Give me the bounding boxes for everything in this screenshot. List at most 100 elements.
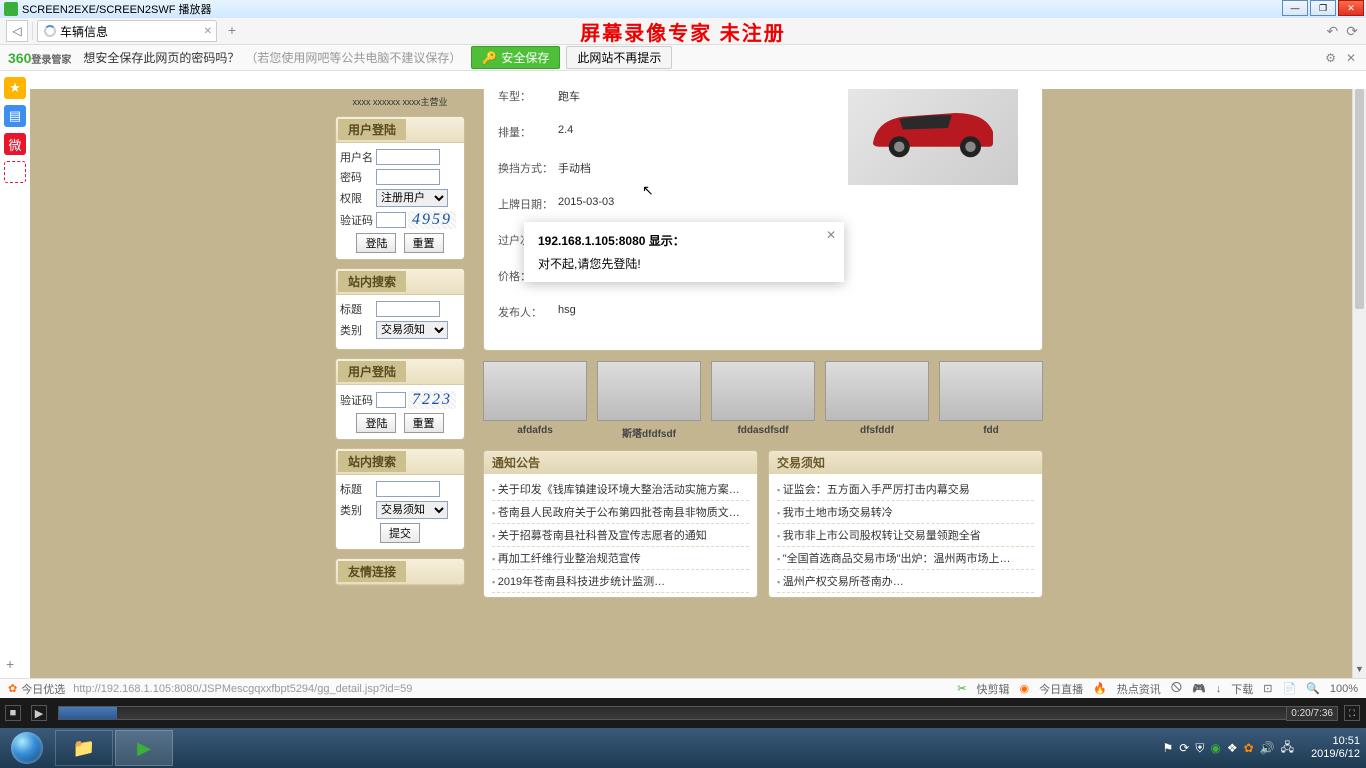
note-icon[interactable]: 📄 (1282, 682, 1296, 695)
quickedit-icon[interactable]: ✂ (957, 682, 966, 695)
add-sidebar-button[interactable]: + (6, 656, 14, 672)
favorites-icon[interactable]: ★ (4, 77, 26, 99)
reset-button[interactable]: 重置 (404, 233, 444, 253)
zoom-label[interactable]: 100% (1330, 683, 1358, 695)
clock-time: 10:51 (1300, 735, 1360, 748)
topic-input[interactable] (376, 301, 440, 317)
fullscreen-button[interactable]: ⛶ (1344, 705, 1360, 721)
close-bar-icon[interactable]: ✕ (1346, 51, 1356, 65)
scroll-down-icon[interactable]: ▼ (1353, 664, 1366, 678)
thumbnail-item[interactable]: fddasdfsdf (711, 361, 815, 440)
download-icon[interactable]: ↓ (1216, 683, 1222, 695)
thumbnail-item[interactable]: afdafds (483, 361, 587, 440)
window-title: SCREEN2EXE/SCREEN2SWF 播放器 (22, 1, 211, 17)
vertical-scrollbar[interactable]: ▲ ▼ (1352, 89, 1366, 678)
tray-volume-icon[interactable]: 🔊 (1260, 741, 1275, 755)
stop-button[interactable]: ■ (5, 705, 21, 721)
thumbnail-item[interactable]: 斯塔dfdfsdf (597, 361, 701, 440)
thumbnail-caption: 斯塔dfdfsdf (597, 425, 701, 440)
tray-net-icon[interactable]: 🖧 (1281, 738, 1294, 759)
seek-track[interactable] (58, 706, 1338, 720)
windows-orb-icon (11, 732, 43, 764)
tray-misc-icon[interactable]: ❖ (1227, 741, 1238, 755)
minimize-button[interactable]: — (1282, 0, 1308, 16)
hotnews-icon[interactable]: 🔥 (1093, 682, 1107, 695)
game-icon[interactable]: 🎮 (1192, 682, 1206, 695)
news-item[interactable]: 关于印发《钱库镇建设环境大整治活动实施方案… (492, 478, 749, 501)
field-label: 排量： (498, 124, 558, 140)
thumbnail-caption: afdafds (483, 425, 587, 436)
scrollbar-thumb[interactable] (1355, 89, 1364, 309)
at-icon[interactable]: @ (4, 161, 26, 183)
undo-icon[interactable]: ↶ (1327, 23, 1339, 40)
captcha-input[interactable] (376, 392, 406, 408)
restore-tab-icon[interactable]: ⟳ (1346, 23, 1358, 40)
role-label: 权限 (340, 190, 376, 206)
topic-input[interactable] (376, 481, 440, 497)
explorer-taskbar-button[interactable]: 📁 (55, 730, 113, 766)
save-password-button[interactable]: 🔑安全保存 (471, 46, 560, 69)
login-button[interactable]: 登陆 (356, 413, 396, 433)
news-item[interactable]: 苍南县人民政府关于公布第四批苍南县非物质文… (492, 501, 749, 524)
news-item[interactable]: 我市土地市场交易转冷 (777, 501, 1034, 524)
field-label: 车型： (498, 89, 558, 104)
pip-icon[interactable]: ⊡ (1263, 682, 1272, 695)
live-icon[interactable]: ◉ (1019, 682, 1029, 695)
tray-safe-icon[interactable]: ✿ (1244, 741, 1254, 755)
page-viewport: xxxx xxxxxx xxxx主营业 用户登陆 用户名 密码 权限注册用户 验… (30, 89, 1352, 678)
alert-close-icon[interactable]: ✕ (826, 228, 836, 242)
player-taskbar-button[interactable]: ▶ (115, 730, 173, 766)
tray-network-icon[interactable]: ⟳ (1179, 741, 1189, 755)
category-select[interactable]: 交易须知 (376, 321, 448, 339)
submit-button[interactable]: 提交 (380, 523, 420, 543)
maximize-button[interactable]: ❐ (1310, 0, 1336, 16)
thumbnail-item[interactable]: fdd (939, 361, 1043, 440)
close-button[interactable]: ✕ (1338, 0, 1364, 16)
live-label[interactable]: 今日直播 (1039, 681, 1083, 697)
news-item[interactable]: 2019年苍南县科技进步统计监测… (492, 570, 749, 593)
play-button[interactable]: ▶ (31, 705, 47, 721)
news-item[interactable]: 我市非上市公司股权转让交易量领跑全省 (777, 524, 1034, 547)
trade-box: 交易须知 证监会：五方面入手严厉打击内幕交易我市土地市场交易转冷我市非上市公司股… (768, 450, 1043, 598)
thumbnail-item[interactable]: dfsfddf (825, 361, 929, 440)
category-label: 类别 (340, 322, 376, 338)
box-title: 通知公告 (484, 451, 757, 474)
tray-shield-icon[interactable]: ⛨ (1195, 741, 1204, 756)
settings-icon[interactable]: ⚙ (1325, 51, 1336, 65)
today-picks-label[interactable]: 今日优选 (21, 681, 65, 697)
news-item[interactable]: "全国首选商品交易市场"出炉：温州两市场上… (777, 547, 1034, 570)
category-select[interactable]: 交易须知 (376, 501, 448, 519)
news-item[interactable]: 温州产权交易所苍南办… (777, 570, 1034, 593)
quickedit-label[interactable]: 快剪辑 (976, 681, 1009, 697)
zoom-icon[interactable]: 🔍 (1306, 682, 1320, 695)
video-player-bar: ■ ▶ 0:20/7:36 ⛶ (0, 698, 1366, 728)
download-label[interactable]: 下载 (1231, 681, 1253, 697)
hotnews-label[interactable]: 热点资讯 (1117, 681, 1161, 697)
tray-flag-icon[interactable]: ⚑ (1163, 741, 1174, 755)
reset-button[interactable]: 重置 (404, 413, 444, 433)
news-item[interactable]: 证监会：五方面入手严厉打击内幕交易 (777, 478, 1034, 501)
today-picks-icon[interactable]: ✿ (8, 682, 17, 695)
reader-icon[interactable]: ▤ (4, 105, 26, 127)
field-value: 2.4 (558, 124, 573, 140)
browser-tab[interactable]: 车辆信息 ✕ (37, 20, 217, 42)
loading-spinner-icon (44, 25, 56, 37)
weibo-icon[interactable]: 微 (4, 133, 26, 155)
news-item[interactable]: 再加工纤维行业整治规范宣传 (492, 547, 749, 570)
mute-icon[interactable]: 🛇 (1171, 679, 1182, 698)
captcha-input[interactable] (376, 212, 406, 228)
back-button[interactable]: ◁ (6, 20, 28, 42)
password-input[interactable] (376, 169, 440, 185)
tray-360-icon[interactable]: ◉ (1210, 741, 1220, 755)
role-select[interactable]: 注册用户 (376, 189, 448, 207)
tab-close-icon[interactable]: ✕ (204, 26, 212, 37)
taskbar-clock[interactable]: 10:51 2019/6/12 (1300, 735, 1360, 761)
new-tab-button[interactable]: + (223, 22, 241, 40)
news-item[interactable]: 关于招募苍南县社科普及宣传志愿者的通知 (492, 524, 749, 547)
login-button[interactable]: 登陆 (356, 233, 396, 253)
never-save-button[interactable]: 此网站不再提示 (566, 46, 672, 69)
system-tray: ⚑ ⟳ ⛨ ◉ ❖ ✿ 🔊 🖧 10:51 2019/6/12 (1163, 735, 1361, 761)
topic-label: 标题 (340, 301, 376, 317)
start-button[interactable] (0, 728, 54, 768)
username-input[interactable] (376, 149, 440, 165)
